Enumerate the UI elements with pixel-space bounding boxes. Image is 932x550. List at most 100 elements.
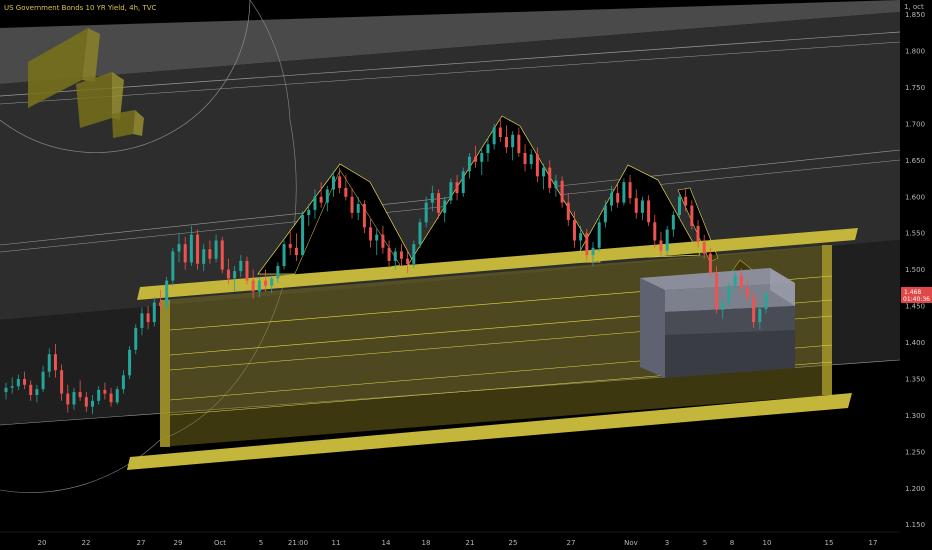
time-tick-1: 22: [82, 539, 91, 547]
candle-body-71: [443, 200, 447, 213]
candle-body-7: [47, 354, 51, 372]
candle-body-68: [424, 202, 428, 223]
candle-body-2: [16, 378, 20, 387]
candle-body-66: [412, 244, 416, 264]
price-tick-0: 1.850: [905, 11, 925, 19]
candle-body-111: [690, 205, 694, 226]
price-tick-2: 1.750: [905, 84, 925, 92]
chart-root[interactable]: US Government Bonds 10 YR Yield, 4h, TVC…: [0, 0, 932, 550]
candle-body-75: [467, 156, 471, 172]
time-tick-13: Nov: [624, 539, 638, 547]
time-tick-9: 18: [422, 539, 431, 547]
candle-body-58: [362, 204, 366, 228]
time-tick-14: 3: [665, 539, 669, 547]
candle-body-105: [653, 222, 657, 241]
candle-body-6: [41, 371, 45, 390]
candle-body-104: [647, 200, 651, 223]
candle-body-112: [696, 225, 700, 242]
time-tick-16: 8: [730, 539, 734, 547]
candle-body-61: [381, 234, 385, 248]
candle-body-90: [560, 180, 564, 203]
time-tick-19: 17: [869, 539, 878, 547]
candle-body-121: [752, 297, 756, 323]
candle-body-115: [715, 273, 719, 310]
candle-body-113: [702, 241, 706, 254]
time-tick-4: Oct: [214, 539, 226, 547]
candle-body-97: [603, 205, 607, 223]
candle-body-118: [733, 275, 737, 286]
time-tick-11: 25: [509, 539, 518, 547]
candle-body-49: [307, 209, 311, 215]
candle-body-47: [294, 247, 298, 256]
deco-panel-5: [112, 110, 135, 138]
price-tick-11: 1.300: [905, 412, 925, 420]
price-tick-10: 1.350: [905, 375, 925, 383]
candle-body-62: [387, 247, 391, 261]
candle-body-67: [418, 222, 422, 245]
candle-body-21: [134, 327, 138, 350]
price-tag-countdown: 01:40:36: [903, 296, 930, 303]
price-tick-7: 1.500: [905, 266, 925, 274]
candle-body-13: [84, 397, 88, 407]
symbol-header: US Government Bonds 10 YR Yield, 4h, TVC: [4, 4, 157, 12]
candle-body-73: [455, 182, 459, 194]
candle-body-64: [399, 251, 403, 259]
candle-body-15: [97, 389, 101, 401]
time-tick-2: 27: [137, 539, 146, 547]
candle-body-96: [597, 222, 601, 248]
candle-body-122: [758, 308, 762, 323]
candle-body-103: [640, 200, 644, 213]
candle-body-33: [208, 249, 212, 259]
candle-body-8: [53, 354, 57, 371]
candle-body-63: [393, 251, 397, 261]
candle-body-72: [449, 182, 453, 201]
candle-body-43: [270, 278, 274, 286]
candle-body-31: [196, 234, 200, 264]
candle-body-76: [474, 156, 478, 162]
time-tick-7: 11: [332, 539, 341, 547]
candle-body-0: [4, 387, 8, 393]
candle-body-23: [146, 313, 150, 323]
candle-body-102: [634, 198, 638, 213]
price-tick-8: 1.450: [905, 303, 925, 311]
candle-body-12: [78, 392, 82, 398]
candle-body-34: [214, 240, 218, 259]
candle-body-14: [91, 400, 95, 407]
price-tick-5: 1.600: [905, 193, 925, 201]
candle-body-25: [158, 302, 162, 307]
candle-body-93: [579, 233, 583, 241]
time-tick-6: 21:00: [288, 539, 308, 547]
candle-body-106: [659, 240, 663, 251]
candle-body-70: [437, 193, 441, 213]
candle-body-95: [591, 247, 595, 256]
candle-body-98: [610, 193, 614, 206]
candle-body-19: [121, 375, 125, 390]
price-tag-value: 1.468: [904, 289, 921, 296]
candle-body-108: [671, 214, 675, 230]
candle-body-26: [165, 280, 169, 307]
candle-body-57: [356, 204, 360, 213]
candle-body-44: [276, 266, 280, 279]
candle-body-110: [684, 196, 688, 206]
candle-body-36: [226, 269, 230, 279]
candle-body-109: [677, 196, 681, 215]
candle-body-35: [220, 240, 224, 270]
candle-body-83: [517, 134, 521, 154]
candle-body-120: [745, 287, 749, 298]
candle-body-107: [665, 229, 669, 251]
candle-body-24: [152, 302, 156, 323]
candle-body-50: [313, 196, 317, 210]
candle-body-10: [66, 393, 70, 405]
candle-body-42: [264, 280, 268, 286]
price-tick-6: 1.550: [905, 230, 925, 238]
candle-body-27: [171, 251, 175, 281]
candle-body-101: [628, 182, 632, 199]
candle-body-40: [251, 280, 255, 292]
candle-body-4: [29, 384, 33, 395]
time-tick-10: 21: [466, 539, 475, 547]
candle-body-56: [350, 196, 354, 213]
candle-body-28: [177, 244, 181, 252]
candle-body-119: [739, 275, 743, 288]
candle-body-9: [60, 370, 64, 394]
candle-body-94: [585, 233, 589, 256]
